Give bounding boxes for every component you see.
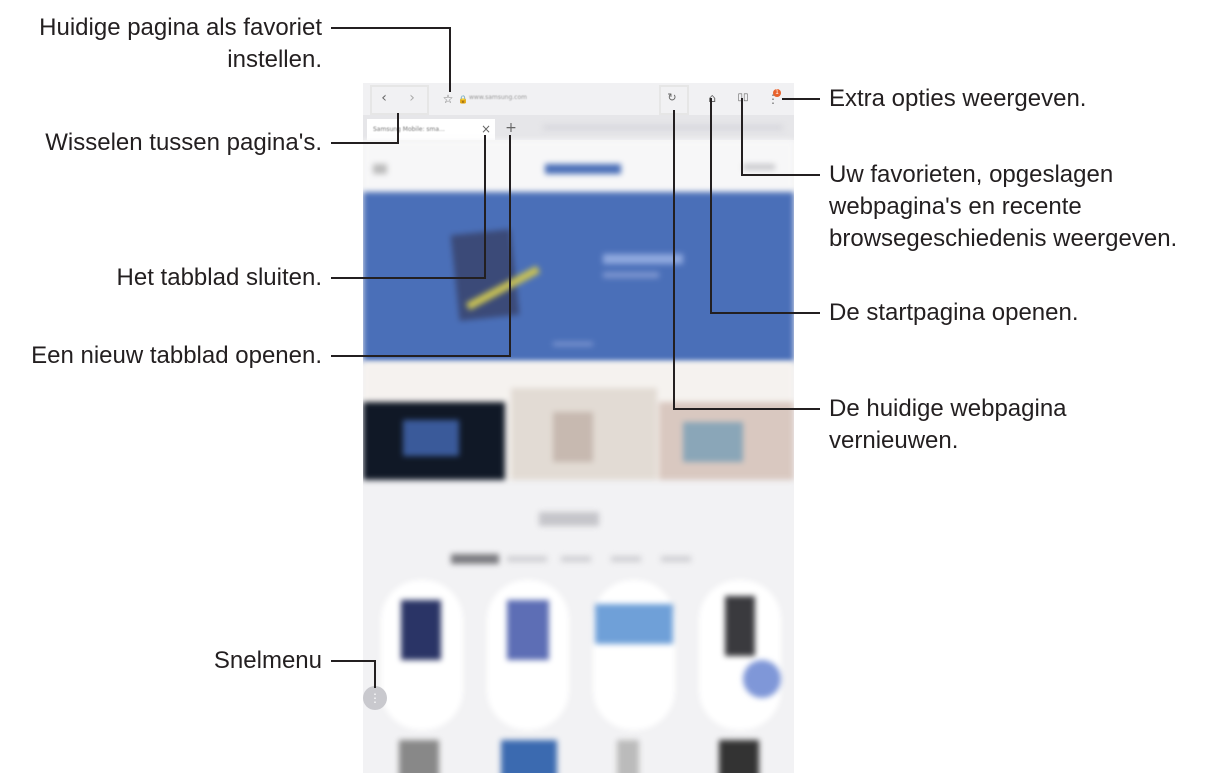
tab-title: Samsung Mobile: sma... <box>373 126 445 133</box>
browser-screenshot: ‹ › ☆ 🔒 www.samsung.com ↻ ⌂ ▯▯ ⋮ 1 Samsu… <box>363 83 794 773</box>
line-switch-v <box>397 113 399 144</box>
callout-bookmarks: Uw favorieten, opgeslagen webpagina's en… <box>829 161 1178 252</box>
floating-action-button[interactable] <box>743 660 781 698</box>
line-favorite-h <box>331 27 451 29</box>
notification-badge: 1 <box>773 89 781 97</box>
forward-icon[interactable]: › <box>405 91 419 105</box>
callout-more-options: Extra opties weergeven. <box>829 85 1087 112</box>
new-tab-icon[interactable]: + <box>505 121 517 135</box>
tab-current[interactable]: Samsung Mobile: sma... × <box>367 119 495 140</box>
line-close-v <box>484 135 486 279</box>
browser-toolbar: ‹ › ☆ 🔒 www.samsung.com ↻ ⌂ ▯▯ ⋮ 1 <box>363 83 794 115</box>
category-pills <box>451 554 701 564</box>
callout-quick-menu: Snelmenu <box>213 647 322 674</box>
close-tab-icon[interactable]: × <box>481 122 491 136</box>
web-page-content: ⋮ <box>363 140 794 773</box>
promo-strip <box>363 362 794 480</box>
star-icon[interactable]: ☆ <box>441 92 455 106</box>
callout-new-tab: Een nieuw tabblad openen. <box>31 342 322 369</box>
line-refresh-h <box>673 408 820 410</box>
line-favorite-v <box>449 27 451 92</box>
line-close-h <box>331 277 486 279</box>
line-home-v <box>710 98 712 314</box>
line-refresh-v <box>673 110 675 410</box>
line-home-h <box>710 312 820 314</box>
line-switch-h <box>331 142 399 144</box>
home-icon[interactable]: ⌂ <box>705 91 719 105</box>
back-icon[interactable]: ‹ <box>377 91 391 105</box>
callout-refresh: De huidige webpagina vernieuwen. <box>829 395 1067 454</box>
refresh-icon[interactable]: ↻ <box>665 91 679 105</box>
section-title <box>539 512 599 526</box>
lock-icon: 🔒 <box>458 95 468 104</box>
line-newtab-v <box>509 135 511 357</box>
quick-menu-button[interactable]: ⋮ <box>363 686 387 710</box>
notification-count: 1 <box>775 89 779 96</box>
line-bookmarks-h <box>741 174 820 176</box>
bookmark-strip <box>543 125 783 130</box>
tab-bar: Samsung Mobile: sma... × + <box>363 115 794 140</box>
line-newtab-h <box>331 355 511 357</box>
callout-close-tab: Het tabblad sluiten. <box>116 264 322 291</box>
bookmarks-icon[interactable]: ▯▯ <box>736 91 750 105</box>
callout-switch: Wisselen tussen pagina's. <box>45 129 322 156</box>
page-header <box>363 140 794 192</box>
line-quickmenu-v <box>374 660 376 688</box>
line-more-h <box>782 98 820 100</box>
line-quickmenu-h <box>331 660 376 662</box>
url-field[interactable]: www.samsung.com <box>469 94 527 101</box>
callout-favorite: Huidige pagina als favoriet instellen. <box>39 14 322 73</box>
product-grid <box>363 580 794 773</box>
line-bookmarks-v <box>741 98 743 176</box>
callout-home: De startpagina openen. <box>829 299 1079 326</box>
